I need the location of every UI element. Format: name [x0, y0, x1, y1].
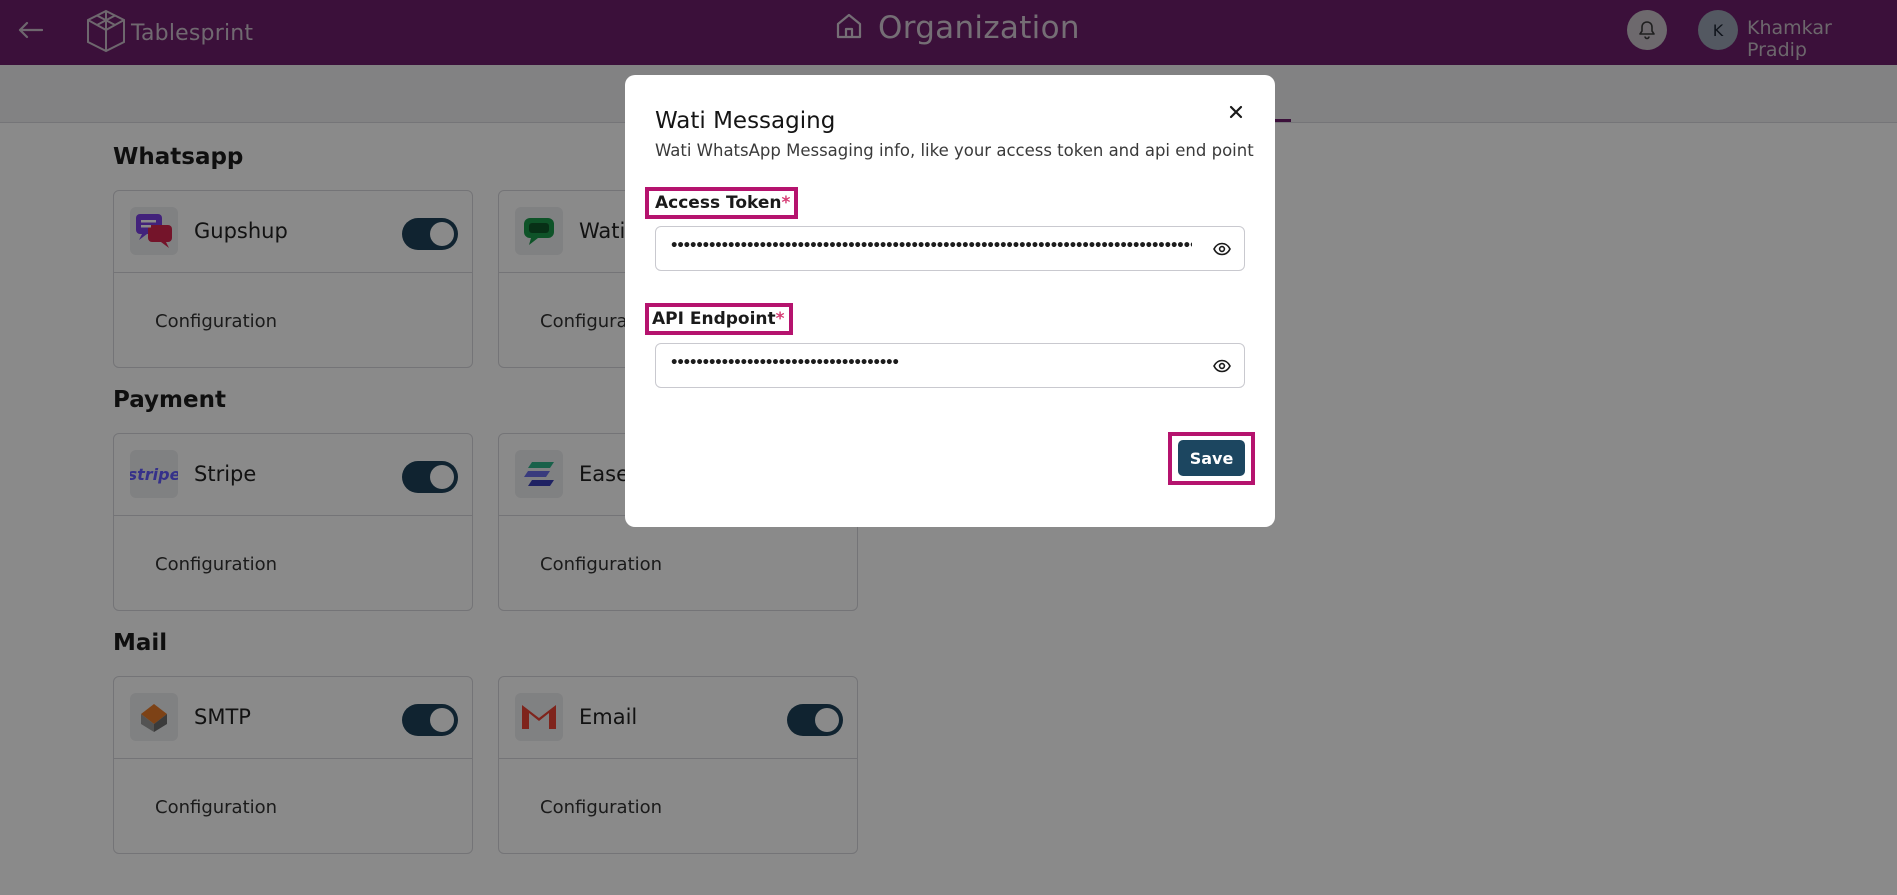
api-endpoint-value: ••••••••••••••••••••••••••••••••••••: [670, 355, 900, 371]
dialog-subtitle: Wati WhatsApp Messaging info, like your …: [655, 141, 1254, 160]
show-password-eye-icon[interactable]: [1212, 356, 1232, 376]
wati-messaging-dialog: Wati Messaging Wati WhatsApp Messaging i…: [625, 75, 1275, 527]
access-token-field[interactable]: ••••••••••••••••••••••••••••••••••••••••…: [655, 226, 1245, 271]
access-token-value: ••••••••••••••••••••••••••••••••••••••••…: [670, 238, 1192, 254]
api-endpoint-label: API Endpoint *: [645, 303, 793, 335]
access-token-label: Access Token *: [645, 187, 799, 219]
api-endpoint-label-text: API Endpoint: [652, 309, 776, 329]
api-endpoint-field[interactable]: ••••••••••••••••••••••••••••••••••••: [655, 343, 1245, 388]
access-token-label-text: Access Token: [655, 193, 782, 213]
required-marker: *: [781, 193, 791, 213]
close-icon[interactable]: [1225, 101, 1247, 123]
save-button[interactable]: Save: [1178, 440, 1245, 476]
dialog-title: Wati Messaging: [655, 108, 836, 134]
required-marker: *: [775, 309, 785, 329]
show-password-eye-icon[interactable]: [1212, 239, 1232, 259]
